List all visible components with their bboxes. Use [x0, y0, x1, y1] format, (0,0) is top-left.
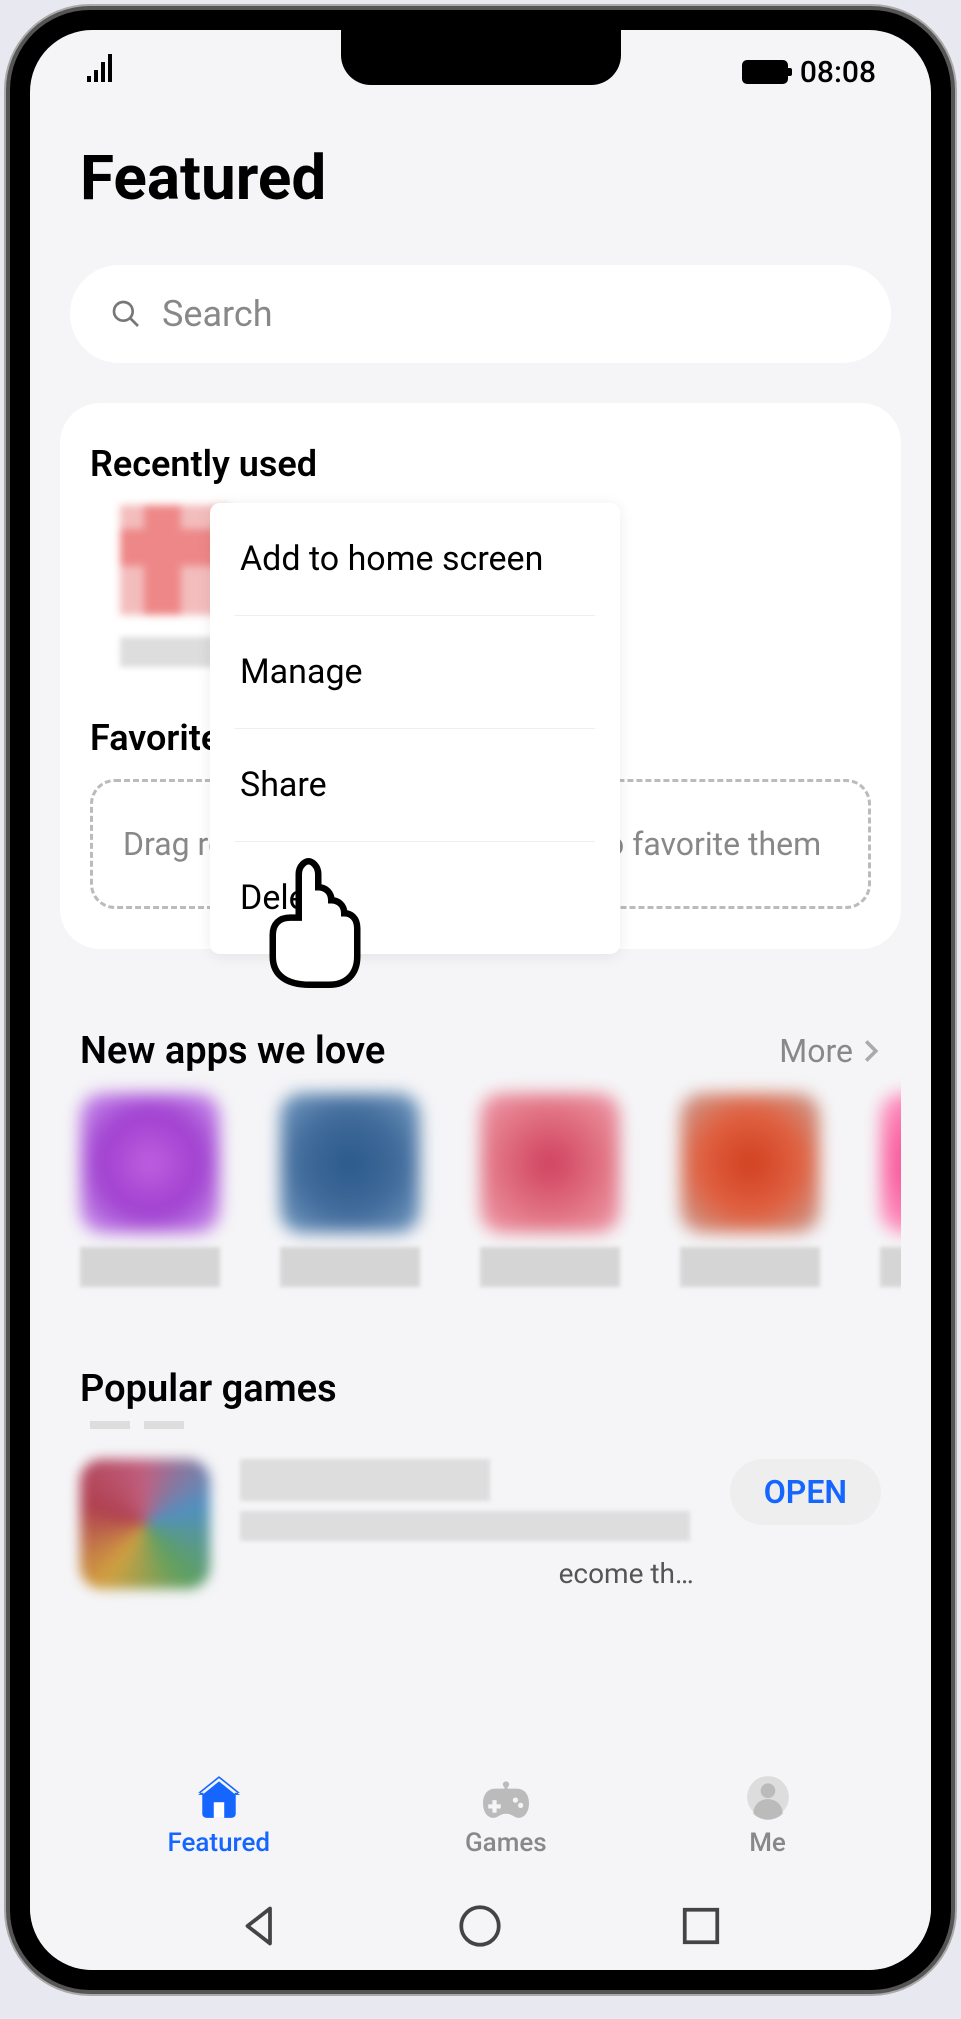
list-item[interactable] — [480, 1093, 620, 1287]
menu-manage[interactable]: Manage — [235, 616, 595, 729]
signal-icon — [85, 52, 121, 92]
recent-button[interactable] — [676, 1901, 726, 1951]
home-button[interactable] — [455, 1901, 505, 1951]
game-desc: ecome th… — [240, 1557, 700, 1590]
more-button[interactable]: More — [779, 1032, 881, 1070]
open-button[interactable]: OPEN — [730, 1459, 881, 1525]
back-button[interactable] — [235, 1901, 285, 1951]
system-nav — [30, 1882, 931, 1970]
popular-indicator — [60, 1421, 901, 1449]
new-apps-row[interactable] — [60, 1073, 901, 1307]
list-item[interactable] — [880, 1093, 901, 1287]
bottom-nav: Featured Games — [30, 1754, 931, 1882]
nav-me[interactable]: Me — [742, 1774, 794, 1858]
menu-share[interactable]: Share — [235, 729, 595, 842]
chevron-right-icon — [861, 1039, 881, 1063]
clock: 08:08 — [800, 55, 876, 90]
search-placeholder: Search — [162, 293, 273, 335]
battery-icon — [742, 60, 788, 84]
home-icon — [193, 1774, 245, 1820]
page-title: Featured — [60, 102, 901, 265]
list-item[interactable] — [280, 1093, 420, 1287]
nav-featured[interactable]: Featured — [167, 1774, 270, 1858]
popular-title: Popular games — [60, 1307, 901, 1421]
popular-game-row[interactable]: ecome th… OPEN — [60, 1449, 901, 1600]
instant-apps-card: Recently used Favorites Drag re xxxxxxxx… — [60, 403, 901, 949]
game-icon — [80, 1459, 210, 1589]
nav-games[interactable]: Games — [465, 1774, 547, 1858]
list-item[interactable] — [680, 1093, 820, 1287]
gamepad-icon — [480, 1774, 532, 1820]
new-apps-title: New apps we love — [80, 1029, 385, 1073]
search-input[interactable]: Search — [70, 265, 891, 363]
list-item[interactable] — [80, 1093, 220, 1287]
recent-title: Recently used — [90, 443, 871, 485]
user-icon — [742, 1774, 794, 1820]
menu-add-home[interactable]: Add to home screen — [235, 503, 595, 616]
game-sub-placeholder — [240, 1511, 690, 1541]
pointer-icon — [260, 858, 370, 992]
search-icon — [110, 298, 142, 330]
game-title-placeholder — [240, 1459, 490, 1501]
